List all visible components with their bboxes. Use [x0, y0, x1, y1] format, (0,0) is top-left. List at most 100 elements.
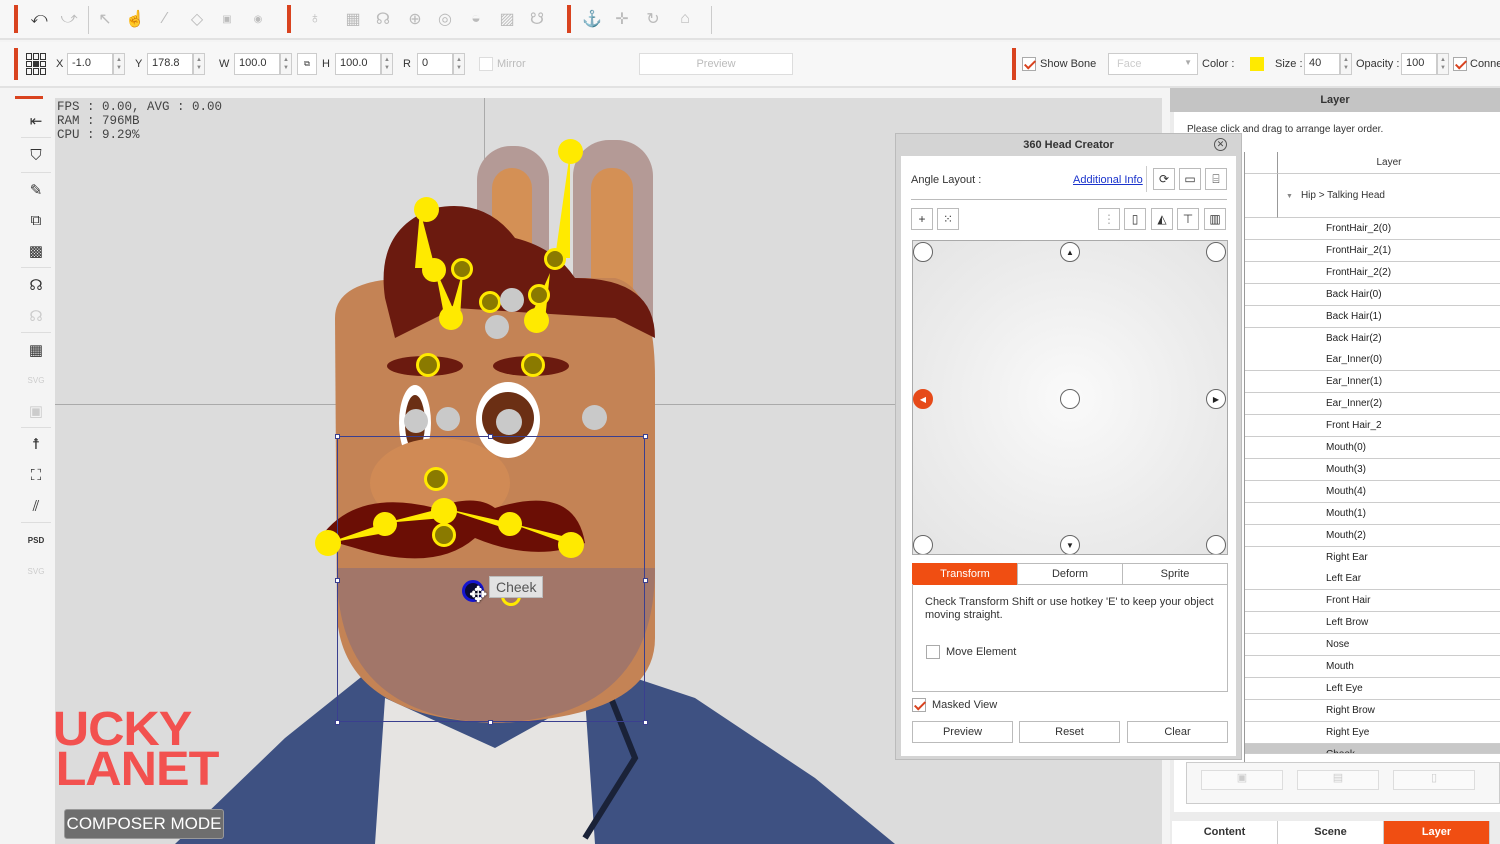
angle-bottom[interactable]: ▼: [1060, 535, 1080, 554]
r-stepper[interactable]: ▲ ▼: [453, 53, 465, 75]
bone-joint[interactable]: [414, 197, 439, 222]
angle-top-right[interactable]: [1206, 242, 1226, 262]
save-icon[interactable]: ▭: [1179, 168, 1201, 190]
head-turn-icon[interactable]: ☊: [372, 8, 394, 30]
select-icon[interactable]: ↖: [94, 8, 116, 30]
head-grid-icon[interactable]: ☊: [25, 274, 47, 296]
bone-joint[interactable]: [451, 258, 473, 280]
h-input[interactable]: 100.0: [335, 53, 381, 75]
mirror-checkbox[interactable]: [479, 57, 493, 71]
w-stepper[interactable]: ▲ ▼: [280, 53, 292, 75]
bone-joint[interactable]: [436, 407, 460, 431]
bone-joint[interactable]: [558, 532, 584, 558]
layer-row[interactable]: Mouth(3): [1278, 458, 1500, 481]
head-profile-icon[interactable]: ♁: [304, 8, 326, 30]
baseline-icon[interactable]: ⊤: [1177, 208, 1199, 230]
bone-joint[interactable]: [498, 512, 522, 536]
bone-joint[interactable]: [479, 291, 501, 313]
layer-visibility-cell[interactable]: [1244, 305, 1278, 328]
head-rotate-icon[interactable]: ⊕: [404, 8, 426, 30]
additional-info-link[interactable]: Additional Info: [1073, 174, 1143, 186]
layer-row[interactable]: Nose: [1278, 634, 1500, 657]
size-input[interactable]: 40: [1304, 53, 1340, 75]
angle-bottom-right[interactable]: [1206, 535, 1226, 554]
bone-joint[interactable]: [373, 512, 397, 536]
layer-row[interactable]: Mouth: [1278, 656, 1500, 678]
bone-joint[interactable]: [432, 523, 456, 547]
layer-row[interactable]: Right Eye: [1278, 721, 1500, 744]
angle-top[interactable]: ▲: [1060, 242, 1080, 262]
tab-content[interactable]: Content: [1172, 821, 1278, 844]
angle-top-left[interactable]: [913, 242, 933, 262]
clear-button[interactable]: Clear: [1127, 721, 1228, 743]
layer-row[interactable]: Left Brow: [1278, 612, 1500, 635]
layer-visibility-cell[interactable]: [1244, 656, 1278, 678]
tab-layer[interactable]: Layer: [1384, 821, 1490, 844]
texture-icon[interactable]: ▨: [496, 8, 518, 30]
x-stepper[interactable]: ▲ ▼: [113, 53, 125, 75]
bone-color-swatch[interactable]: [1250, 57, 1264, 71]
layer-row[interactable]: Left Ear: [1278, 568, 1500, 591]
layer-visibility-cell[interactable]: [1244, 634, 1278, 657]
layer-row[interactable]: Back Hair(1): [1278, 305, 1500, 328]
layer-row[interactable]: Right Ear: [1278, 546, 1500, 569]
face-select[interactable]: Face ▼: [1108, 53, 1198, 75]
tab-transform[interactable]: Transform: [912, 563, 1018, 585]
layer-visibility-cell[interactable]: [1244, 524, 1278, 547]
layer-visibility-cell[interactable]: [1244, 415, 1278, 438]
anchor-grid-icon[interactable]: [26, 53, 48, 75]
layer-row[interactable]: Ear_Inner(0): [1278, 349, 1500, 372]
bone-joint[interactable]: [439, 306, 463, 330]
angle-left[interactable]: ◀: [913, 389, 933, 409]
bone-joint[interactable]: [424, 467, 448, 491]
bone-joint[interactable]: [528, 284, 550, 306]
layer-visibility-cell[interactable]: [1244, 437, 1278, 459]
move-element-checkbox[interactable]: [926, 645, 940, 659]
layer-row[interactable]: Mouth(4): [1278, 480, 1500, 503]
layer-row[interactable]: Ear_Inner(1): [1278, 371, 1500, 394]
flip-icon[interactable]: ◭: [1151, 208, 1173, 230]
move-icon[interactable]: ✛: [611, 8, 633, 30]
matrix-icon[interactable]: ▦: [25, 339, 47, 361]
layer-group-row[interactable]: ▼ Hip > Talking Head: [1278, 174, 1500, 218]
layer-row[interactable]: FrontHair_2(0): [1278, 218, 1500, 240]
layer-visibility-cell[interactable]: [1244, 721, 1278, 744]
opacity-input[interactable]: 100: [1401, 53, 1437, 75]
opacity-stepper[interactable]: ▲ ▼: [1437, 53, 1449, 75]
layer-visibility-cell[interactable]: [1244, 283, 1278, 306]
reset-button[interactable]: Reset: [1019, 721, 1120, 743]
eraser-icon[interactable]: ◇: [186, 8, 208, 30]
bone-joint[interactable]: [431, 498, 457, 524]
layer-row[interactable]: Left Eye: [1278, 677, 1500, 700]
back-to-stage-icon[interactable]: ⇤: [25, 110, 47, 132]
anchor-icon[interactable]: ⚓: [581, 8, 603, 30]
group-visibility-cell[interactable]: [1244, 174, 1278, 218]
sprite-switch-icon[interactable]: ⧉: [25, 209, 47, 231]
mouth-icon[interactable]: ◒: [465, 8, 487, 30]
refresh-icon[interactable]: ⟳: [1153, 168, 1175, 190]
close-icon[interactable]: ✕: [1214, 138, 1227, 151]
open-folder-icon[interactable]: ⌸: [1205, 168, 1227, 190]
bone-joint[interactable]: [558, 139, 583, 164]
layer-visibility-cell[interactable]: [1244, 261, 1278, 284]
layer-row[interactable]: Ear_Inner(2): [1278, 393, 1500, 416]
nine-point-icon[interactable]: ⁙: [937, 208, 959, 230]
angle-right[interactable]: ▶: [1206, 389, 1226, 409]
layer-visibility-cell[interactable]: [1244, 327, 1278, 350]
tab-deform[interactable]: Deform: [1017, 563, 1123, 585]
motion-pose-icon[interactable]: ☨: [25, 433, 47, 455]
preview-button-top[interactable]: Preview: [639, 53, 793, 75]
angle-grid[interactable]: ▲ ◀ ▶ ▼: [912, 240, 1228, 555]
layer-row[interactable]: Mouth(2): [1278, 524, 1500, 547]
grid-dots-icon[interactable]: ⋮: [1098, 208, 1120, 230]
hand-select-icon[interactable]: ☝: [124, 8, 146, 30]
layer-visibility-cell[interactable]: [1244, 393, 1278, 416]
layer-visibility-cell[interactable]: [1244, 480, 1278, 503]
y-stepper[interactable]: ▲ ▼: [193, 53, 205, 75]
layer-visibility-cell[interactable]: [1244, 371, 1278, 394]
page-icon[interactable]: ▯: [1124, 208, 1146, 230]
psd-export-icon[interactable]: PSD: [25, 529, 47, 551]
angle-center[interactable]: [1060, 389, 1080, 409]
layer-visibility-cell[interactable]: [1244, 677, 1278, 700]
layer-visibility-cell[interactable]: [1244, 590, 1278, 613]
